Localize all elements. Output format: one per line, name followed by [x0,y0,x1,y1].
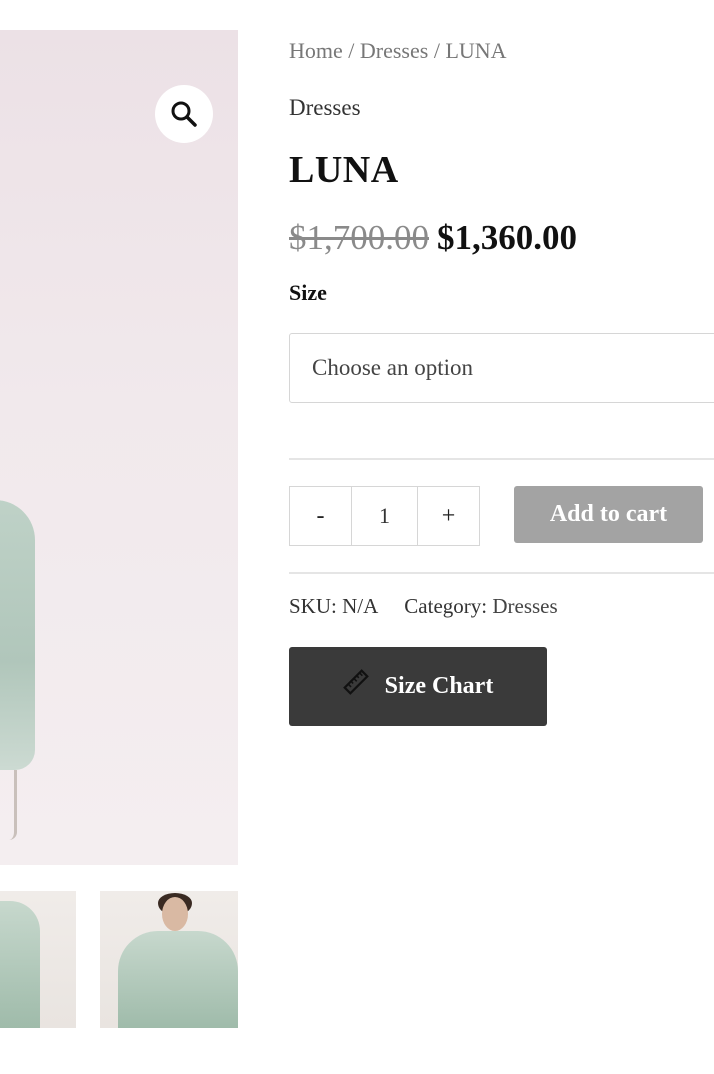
breadcrumb-home-link[interactable]: Home [289,38,343,63]
product-main-image[interactable] [0,30,238,865]
ruler-icon [342,668,369,695]
product-meta: SKU: N/A Category: Dresses [289,594,558,619]
category-label: Category: [404,594,488,618]
quantity-stepper: - 1 + [289,486,480,546]
product-summary: Home / Dresses / LUNA Dresses LUNA $1,70… [289,0,714,1074]
zoom-button[interactable] [155,85,213,143]
sku-label: SKU: [289,594,337,618]
original-price: $1,700.00 [289,218,429,257]
divider [289,572,714,574]
size-label: Size [289,280,327,305]
magnifier-icon [171,101,197,127]
quantity-increase-button[interactable]: + [418,487,479,545]
size-select[interactable]: Choose an option [289,333,714,403]
product-category-link[interactable]: Dresses [289,95,361,121]
product-title: LUNA [289,149,399,191]
quantity-input[interactable]: 1 [351,487,418,545]
breadcrumb: Home / Dresses / LUNA [289,38,507,64]
gallery-thumbnail-1[interactable] [0,891,76,1028]
thumbnail-dress-figure [118,931,238,1028]
sale-price: $1,360.00 [437,218,577,257]
add-to-cart-button[interactable]: Add to cart [514,486,703,543]
breadcrumb-separator: / [342,38,360,63]
size-chart-button[interactable]: Size Chart [289,647,547,726]
breadcrumb-separator: / [428,38,446,63]
breadcrumb-current: LUNA [445,38,507,63]
quantity-decrease-button[interactable]: - [290,487,351,545]
thumbnail-dress-figure [0,901,40,1028]
dress-photo-detail [0,500,35,770]
gallery-thumbnail-2[interactable] [100,891,238,1028]
breadcrumb-category-link[interactable]: Dresses [360,38,428,63]
product-price: $1,700.00 $1,360.00 [289,218,577,258]
thumbnail-model-head [162,897,188,931]
divider [289,458,714,460]
sku-value: N/A [342,594,379,618]
category-link[interactable]: Dresses [492,594,557,618]
shoe-photo-detail [0,770,17,840]
size-chart-label: Size Chart [384,673,494,699]
